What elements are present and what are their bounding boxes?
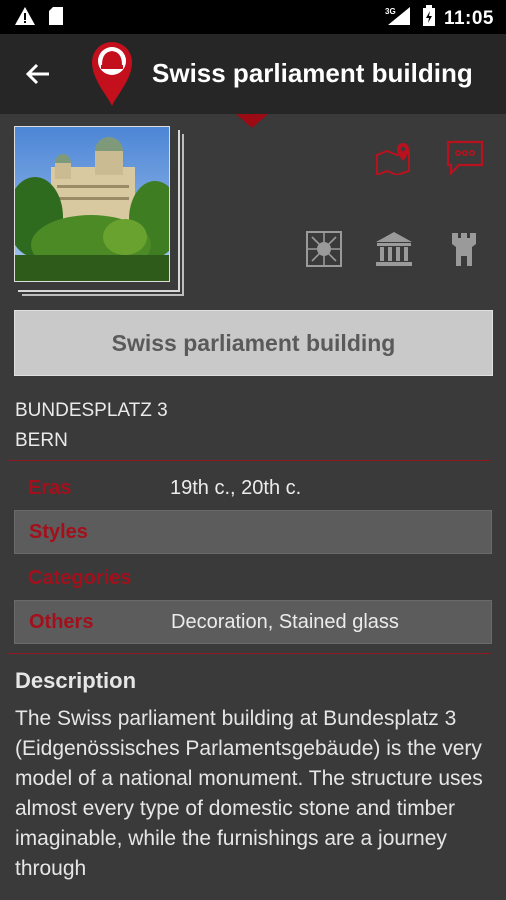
photo-image (14, 126, 170, 282)
app-logo-pin-icon (90, 40, 134, 113)
status-time: 11:05 (443, 7, 494, 29)
warning-icon (14, 6, 36, 31)
status-bar: 3G 11:05 (0, 0, 506, 34)
detail-value: 19th c., 20th c. (170, 476, 302, 499)
back-button[interactable] (18, 54, 58, 94)
address: BUNDESPLATZ 3 BERN (15, 396, 168, 456)
arrow-back-icon (25, 63, 49, 85)
speech-bubble-icon[interactable] (444, 138, 486, 178)
detail-row-styles: Styles (14, 510, 492, 554)
tab-indicator (236, 114, 268, 128)
page-title: Swiss parliament building (152, 58, 473, 88)
detail-label: Eras (28, 476, 72, 499)
art-nouveau-icon[interactable] (304, 230, 344, 268)
tower-icon[interactable] (446, 230, 482, 268)
map-pin-icon[interactable] (374, 140, 414, 176)
place-name-banner: Swiss parliament building (14, 310, 493, 376)
svg-text:3G: 3G (385, 7, 396, 16)
divider (8, 653, 492, 654)
building-photo[interactable] (14, 126, 184, 298)
detail-label: Categories (28, 566, 132, 589)
sd-card-icon (48, 6, 64, 31)
detail-row-eras: Eras 19th c., 20th c. (14, 466, 492, 510)
description-text: The Swiss parliament building at Bundesp… (15, 707, 483, 880)
divider (8, 460, 492, 461)
detail-value: Decoration, Stained glass (171, 610, 399, 633)
address-street: BUNDESPLATZ 3 (15, 400, 168, 421)
battery-icon (422, 5, 436, 32)
signal-icon: 3G (384, 5, 414, 32)
detail-label: Styles (29, 520, 88, 543)
address-city: BERN (15, 430, 68, 451)
detail-label: Others (29, 610, 94, 633)
detail-row-categories: Categories (14, 556, 492, 600)
description-heading: Description (15, 668, 137, 693)
detail-row-others: Others Decoration, Stained glass (14, 600, 492, 644)
app-bar: Swiss parliament building (0, 34, 506, 114)
museum-icon[interactable] (374, 230, 414, 268)
